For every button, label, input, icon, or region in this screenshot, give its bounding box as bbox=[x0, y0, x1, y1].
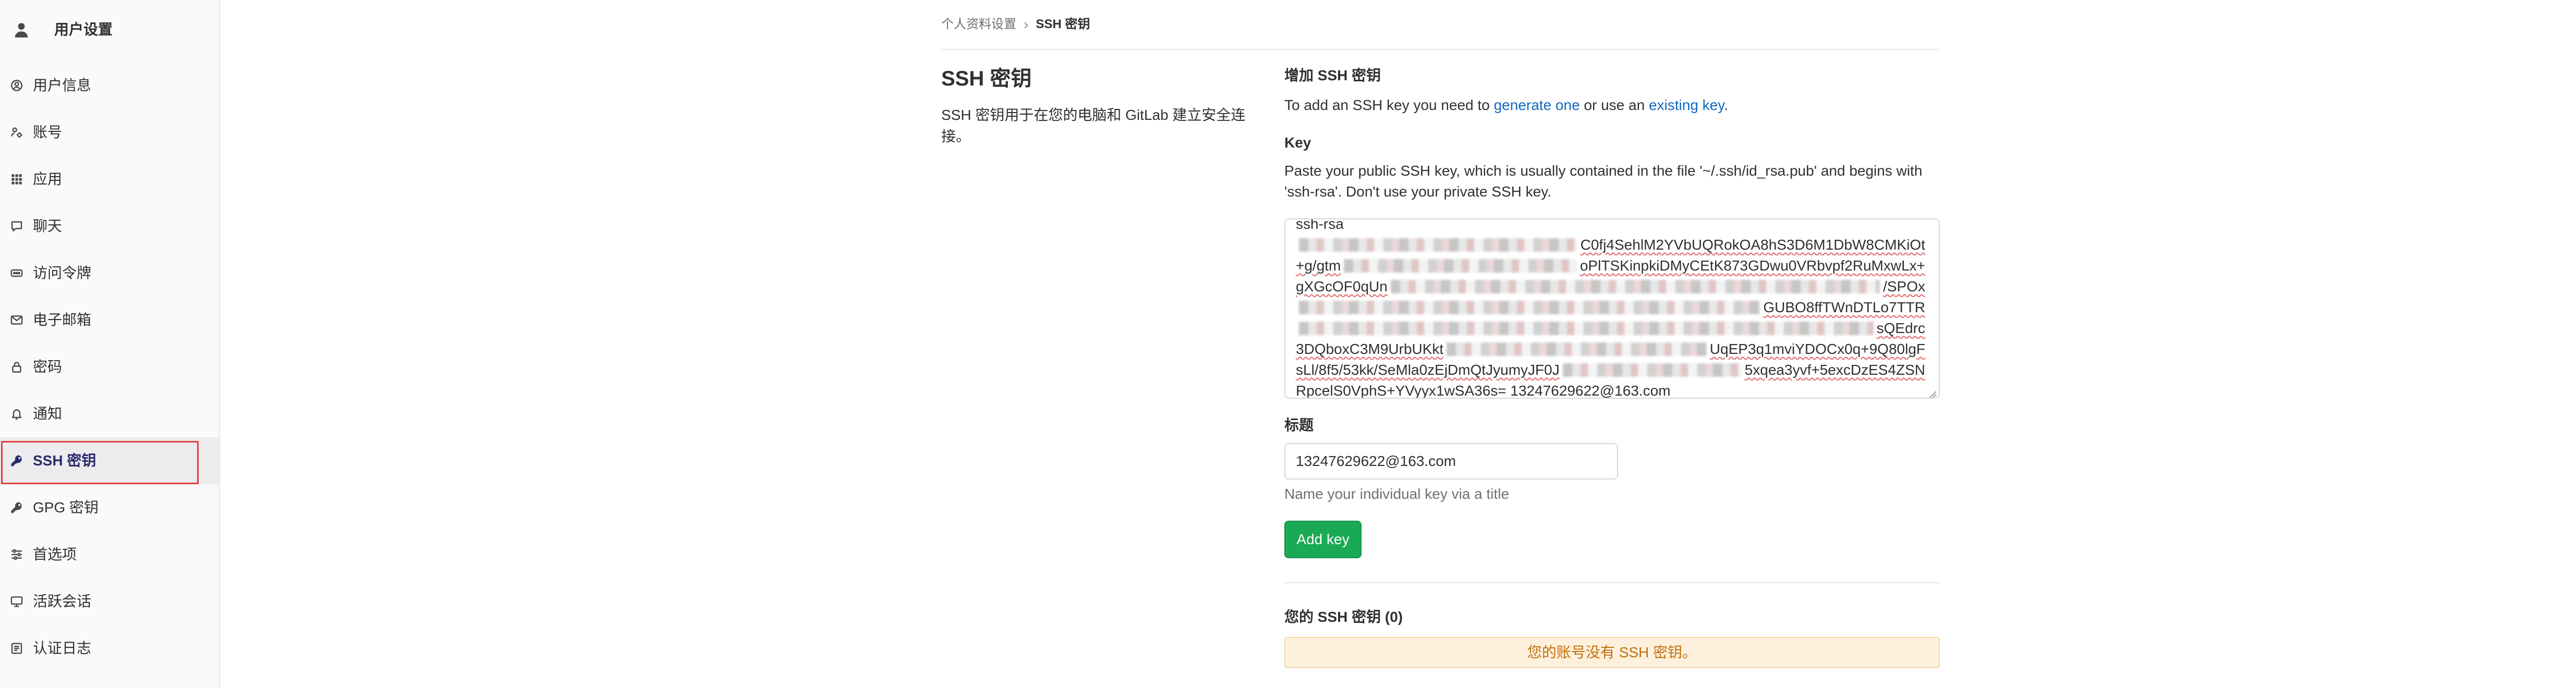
page-title: SSH 密钥 bbox=[941, 67, 1032, 90]
sidebar-item-account[interactable]: 账号 bbox=[0, 109, 219, 156]
sidebar-item-authentication-log[interactable]: 认证日志 bbox=[0, 625, 219, 672]
key-text: GUBO8ffTWnDTLo7TTR bbox=[1763, 299, 1925, 315]
user-avatar-icon bbox=[13, 21, 30, 39]
sidebar-item-gpg-keys[interactable]: GPG 密钥 bbox=[0, 484, 219, 531]
monitor-icon bbox=[10, 595, 23, 608]
sidebar-item-profile[interactable]: 用户信息 bbox=[0, 62, 219, 109]
breadcrumb-current[interactable]: SSH 密钥 bbox=[1036, 14, 1090, 35]
mail-icon bbox=[10, 314, 23, 326]
privacy-blur bbox=[1447, 342, 1707, 356]
add-key-heading: 增加 SSH 密钥 bbox=[1284, 67, 1381, 83]
preferences-icon bbox=[10, 548, 23, 561]
privacy-blur bbox=[1299, 301, 1760, 314]
sidebar-item-applications[interactable]: 应用 bbox=[0, 156, 219, 203]
key-line: GUBO8ffTWnDTLo7TTR bbox=[1296, 297, 1925, 318]
key-line: C0fj4SehlM2YVbUQRokOA8hS3D6M1DbW8CMKiOt bbox=[1296, 235, 1925, 255]
key-text: 5xqea3yvf+5excDzES4ZSN bbox=[1744, 362, 1925, 378]
key-field-help: Paste your public SSH key, which is usua… bbox=[1284, 163, 1923, 200]
sidebar-title: 用户设置 bbox=[54, 21, 113, 38]
add-key-instruction: To add an SSH key you need to generate o… bbox=[1284, 95, 1940, 116]
sidebar: 用户设置 用户信息 账号 应用 聊天 访问令牌 电子邮箱 密码 通知 SSH 密… bbox=[0, 0, 220, 688]
key-field-label: Key bbox=[1284, 134, 1311, 151]
sidebar-item-password[interactable]: 密码 bbox=[0, 343, 219, 390]
key-text: oPlTSKinpkiDMyCEtK873GDwu0VRbvpf2RuMxwLx… bbox=[1579, 257, 1925, 274]
resize-grip-icon[interactable] bbox=[1927, 386, 1937, 398]
key-line: ssh-rsa bbox=[1296, 218, 1925, 235]
generate-one-link[interactable]: generate one bbox=[1494, 97, 1580, 113]
key-text: C0fj4SehlM2YVbUQRokOA8hS3D6M1DbW8CMKiOt bbox=[1580, 237, 1925, 253]
key-icon bbox=[10, 454, 23, 467]
bell-icon bbox=[10, 408, 23, 420]
breadcrumb: 个人资料设置 › SSH 密钥 bbox=[941, 14, 1090, 35]
key-text: RpcelS0VphS+YVyyx1wSA36s= 13247629622@16… bbox=[1296, 383, 1671, 399]
token-icon bbox=[10, 267, 23, 279]
add-ssh-key-form: 增加 SSH 密钥 To add an SSH key you need to … bbox=[1284, 0, 1940, 688]
privacy-blur bbox=[1390, 280, 1880, 293]
sidebar-item-chat[interactable]: 聊天 bbox=[0, 203, 219, 250]
privacy-blur bbox=[1344, 259, 1577, 273]
sidebar-item-active-sessions[interactable]: 活跃会话 bbox=[0, 578, 219, 625]
empty-keys-alert: 您的账号没有 SSH 密钥。 bbox=[1284, 637, 1940, 668]
title-input[interactable]: 13247629622@163.com bbox=[1284, 443, 1618, 480]
instruction-text: . bbox=[1724, 97, 1728, 113]
sidebar-nav: 用户信息 账号 应用 聊天 访问令牌 电子邮箱 密码 通知 SSH 密钥 GPG… bbox=[0, 62, 219, 672]
key-text: UqEP3q1mviYDOCx0q+9Q80lgF bbox=[1709, 341, 1925, 357]
sidebar-item-access-tokens[interactable]: 访问令牌 bbox=[0, 250, 219, 297]
instruction-text: or use an bbox=[1579, 97, 1649, 113]
chevron-right-icon: › bbox=[1024, 16, 1029, 32]
privacy-blur bbox=[1299, 322, 1874, 335]
sidebar-item-notifications[interactable]: 通知 bbox=[0, 390, 219, 437]
breadcrumb-parent-link[interactable]: 个人资料设置 bbox=[941, 14, 1016, 35]
sidebar-item-label: 认证日志 bbox=[33, 640, 92, 656]
sidebar-item-label: 访问令牌 bbox=[33, 265, 92, 281]
applications-icon bbox=[10, 173, 23, 186]
sidebar-header[interactable]: 用户设置 bbox=[0, 0, 219, 62]
log-icon bbox=[10, 642, 23, 655]
key-textarea-content: ssh-rsa C0fj4SehlM2YVbUQRokOA8hS3D6M1DbW… bbox=[1296, 218, 1925, 399]
chat-icon bbox=[10, 220, 23, 232]
sidebar-item-label: 活跃会话 bbox=[33, 593, 92, 609]
sidebar-item-label: 电子邮箱 bbox=[33, 312, 92, 328]
lock-icon bbox=[10, 361, 23, 373]
key-icon bbox=[10, 501, 23, 514]
sidebar-item-label: GPG 密钥 bbox=[33, 499, 99, 515]
key-text: /SPOx bbox=[1883, 278, 1925, 294]
account-icon bbox=[10, 126, 23, 139]
key-text: sLl/8f5/53kk/SeMla0zEjDmQtJyumyJF0J bbox=[1296, 362, 1560, 378]
sidebar-item-label: SSH 密钥 bbox=[33, 452, 96, 469]
sidebar-item-ssh-keys[interactable]: SSH 密钥 bbox=[0, 437, 219, 484]
add-key-button[interactable]: Add key bbox=[1284, 521, 1362, 558]
ssh-keys-list-heading: 您的 SSH 密钥 (0) bbox=[1284, 609, 1403, 625]
key-text: sQEdrc bbox=[1876, 320, 1925, 336]
sidebar-item-label: 聊天 bbox=[33, 218, 63, 234]
sidebar-item-label: 应用 bbox=[33, 171, 63, 187]
instruction-text: To add an SSH key you need to bbox=[1284, 97, 1494, 113]
sidebar-item-label: 通知 bbox=[33, 406, 63, 422]
sidebar-item-label: 账号 bbox=[33, 124, 63, 140]
key-text: gXGcOF0qUn bbox=[1296, 278, 1388, 294]
key-line: sLl/8f5/53kk/SeMla0zEjDmQtJyumyJF0J 5xqe… bbox=[1296, 360, 1925, 380]
key-text: 3DQboxC3M9UrbUKkt bbox=[1296, 341, 1444, 357]
key-line: +g/gtm oPlTSKinpkiDMyCEtK873GDwu0VRbvpf2… bbox=[1296, 255, 1925, 276]
title-field-help: Name your individual key via a title bbox=[1284, 486, 1510, 502]
sidebar-item-preferences[interactable]: 首选项 bbox=[0, 531, 219, 578]
key-line: RpcelS0VphS+YVyyx1wSA36s= 13247629622@16… bbox=[1296, 380, 1925, 399]
key-textarea[interactable]: ssh-rsa C0fj4SehlM2YVbUQRokOA8hS3D6M1DbW… bbox=[1284, 218, 1940, 399]
key-line: gXGcOF0qUn /SPOx bbox=[1296, 276, 1925, 297]
privacy-blur bbox=[1562, 363, 1742, 377]
page-description: SSH 密钥用于在您的电脑和 GitLab 建立安全连接。 bbox=[941, 107, 1246, 144]
key-text: +g/gtm bbox=[1296, 257, 1341, 274]
key-line: 3DQboxC3M9UrbUKkt UqEP3q1mviYDOCx0q+9Q80… bbox=[1296, 339, 1925, 360]
user-profile-icon bbox=[10, 79, 23, 92]
sidebar-item-emails[interactable]: 电子邮箱 bbox=[0, 297, 219, 343]
sidebar-item-label: 密码 bbox=[33, 359, 63, 375]
section-divider bbox=[1284, 582, 1940, 583]
key-line: sQEdrc bbox=[1296, 318, 1925, 339]
title-field-label: 标题 bbox=[1284, 417, 1314, 433]
existing-key-link[interactable]: existing key bbox=[1649, 97, 1724, 113]
key-text: ssh-rsa bbox=[1296, 218, 1344, 232]
sidebar-item-label: 用户信息 bbox=[33, 77, 92, 93]
privacy-blur bbox=[1299, 238, 1577, 252]
sidebar-item-label: 首选项 bbox=[33, 546, 77, 562]
